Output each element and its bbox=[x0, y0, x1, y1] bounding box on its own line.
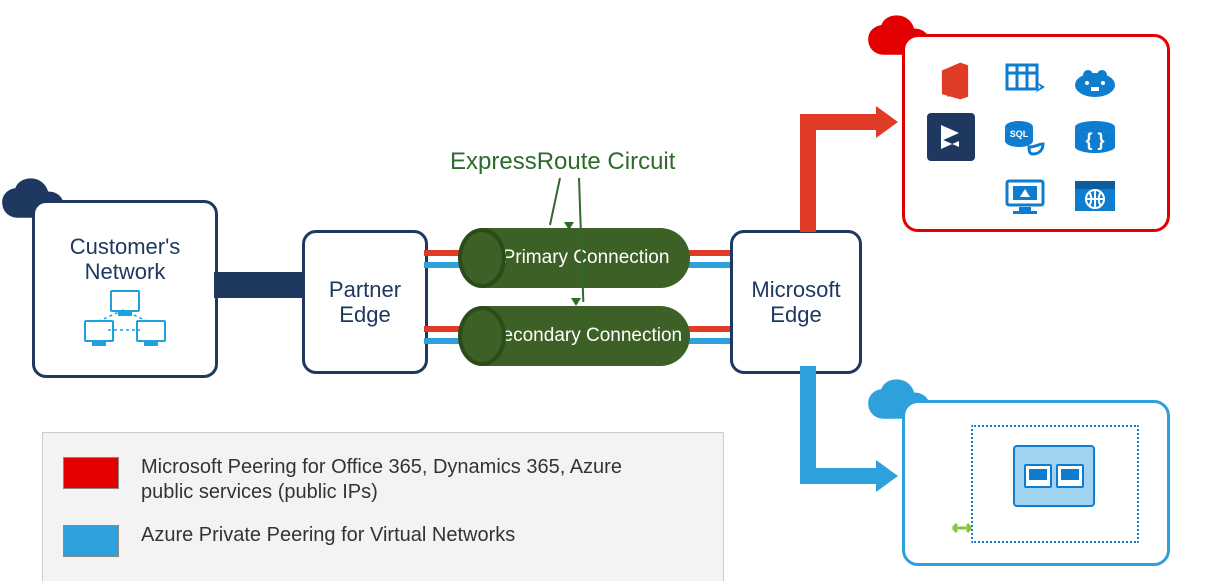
legend-box: Microsoft Peering for Office 365, Dynami… bbox=[42, 432, 724, 581]
er-arrowhead-2 bbox=[571, 298, 581, 306]
hdinsight-icon bbox=[1067, 55, 1123, 107]
partner-edge-box: Partner Edge bbox=[302, 230, 428, 374]
private-peering-arrowhead bbox=[876, 460, 898, 492]
ms-peering-pipe-h bbox=[800, 114, 876, 130]
network-icon bbox=[80, 290, 170, 344]
public-services-grid: SQL { } bbox=[905, 37, 1167, 241]
customer-network-box: Customer's Network bbox=[32, 200, 218, 378]
public-services-box: SQL { } bbox=[902, 34, 1170, 232]
er-arrow-1 bbox=[549, 178, 561, 225]
primary-connection-label: Primary Connection bbox=[503, 247, 670, 269]
legend-row-ms-peering: Microsoft Peering for Office 365, Dynami… bbox=[63, 455, 703, 505]
expressroute-title: ExpressRoute Circuit bbox=[450, 148, 675, 176]
primary-connection-cylinder: Primary Connection bbox=[482, 228, 690, 288]
private-peering-pipe-v bbox=[800, 366, 816, 484]
private-services-box bbox=[902, 400, 1170, 566]
ms-peering-arrowhead bbox=[876, 106, 898, 138]
legend-text-ms-peering: Microsoft Peering for Office 365, Dynami… bbox=[141, 455, 661, 505]
diagram-canvas: Customer's Network Partner Edge Primary … bbox=[0, 0, 1215, 581]
vnet-peering-icon bbox=[945, 517, 979, 539]
microsoft-edge-box: Microsoft Edge bbox=[730, 230, 862, 374]
code-braces-icon: { } bbox=[1067, 113, 1123, 165]
secondary-connection-label: Secondary Connection bbox=[490, 325, 682, 347]
vnet-vm-icon bbox=[1013, 445, 1095, 507]
sql-database-icon: SQL bbox=[997, 113, 1053, 165]
legend-row-private-peering: Azure Private Peering for Virtual Networ… bbox=[63, 523, 703, 557]
partner-edge-label: Partner Edge bbox=[329, 277, 401, 328]
svg-text:{ }: { } bbox=[1085, 130, 1104, 150]
website-icon bbox=[1067, 171, 1123, 223]
dynamics-365-icon bbox=[927, 113, 975, 161]
er-arrowhead-1 bbox=[564, 222, 574, 230]
azure-table-icon bbox=[997, 55, 1053, 107]
ms-peering-pipe-v bbox=[800, 114, 816, 232]
customer-network-label: Customer's Network bbox=[70, 234, 181, 285]
svg-text:SQL: SQL bbox=[1010, 129, 1029, 139]
microsoft-edge-label: Microsoft Edge bbox=[751, 277, 840, 328]
legend-swatch-red bbox=[63, 457, 119, 489]
customer-to-partner-link bbox=[214, 272, 304, 298]
private-peering-pipe-h bbox=[800, 468, 876, 484]
office-365-icon bbox=[927, 55, 983, 107]
vm-monitor-icon bbox=[997, 171, 1053, 223]
legend-swatch-blue bbox=[63, 525, 119, 557]
secondary-connection-cylinder: Secondary Connection bbox=[482, 306, 690, 366]
legend-text-private-peering: Azure Private Peering for Virtual Networ… bbox=[141, 523, 515, 548]
